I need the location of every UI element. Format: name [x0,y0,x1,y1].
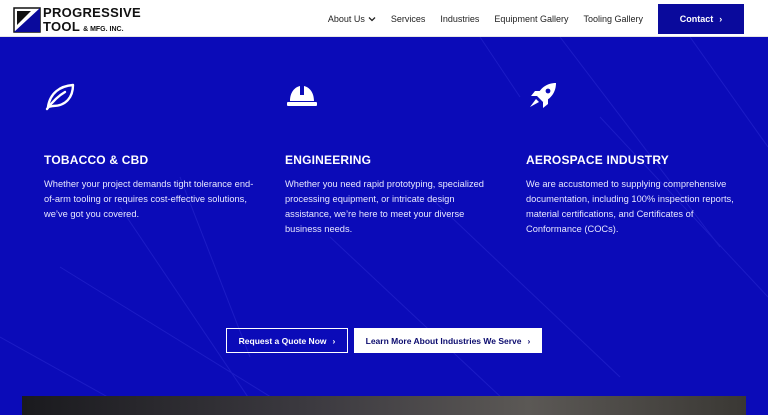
industry-card-engineering: ENGINEERING Whether you need rapid proto… [285,81,495,234]
chevron-right-icon: › [719,13,723,24]
industry-card-aerospace: AEROSPACE INDUSTRY We are accustomed to … [526,81,736,234]
nav-item-services[interactable]: Services [391,14,426,24]
cta-button-row: Request a Quote Now › Learn More About I… [226,328,542,353]
industry-title: TOBACCO & CBD [44,153,149,167]
nav-item-label: Industries [440,13,480,24]
industry-description: Whether you need rapid prototyping, spec… [285,179,484,234]
leaf-icon [45,83,75,111]
industry-description: We are accustomed to supplying comprehen… [526,179,734,234]
nav-item-label: Equipment Gallery [494,13,569,24]
logo-mark-icon [13,6,41,33]
nav-item-tooling-gallery[interactable]: Tooling Gallery [583,14,643,24]
nav-item-industries[interactable]: Industries [440,14,479,24]
request-quote-label: Request a Quote Now [238,335,327,346]
industries-section: TOBACCO & CBD Whether your project deman… [0,37,768,415]
nav-item-equipment-gallery[interactable]: Equipment Gallery [494,14,568,24]
main-nav: About Us Services Industries Equipment G… [328,0,768,37]
site-header: PROGRESSIVE TOOL & MFG. INC. About Us Se… [0,0,768,37]
hard-hat-icon [287,86,317,106]
request-quote-button[interactable]: Request a Quote Now › [226,328,348,353]
contact-button[interactable]: Contact › [658,3,744,34]
learn-more-label: Learn More About Industries We Serve [365,335,522,346]
industry-title: ENGINEERING [285,153,372,167]
company-logo[interactable]: PROGRESSIVE TOOL & MFG. INC. [13,5,141,34]
industry-card-tobacco: TOBACCO & CBD Whether your project deman… [44,81,254,219]
next-section-image-preview [22,396,746,415]
chevron-right-icon: › [527,335,531,346]
logo-line-1: PROGRESSIVE [43,5,141,20]
logo-line-2-small: & MFG. INC. [83,26,124,33]
industry-title: AEROSPACE INDUSTRY [526,153,669,167]
nav-item-label: Services [390,13,426,24]
rocket-icon [530,83,556,108]
chevron-right-icon: › [332,335,336,346]
contact-button-label: Contact [679,13,714,24]
nav-item-label: Tooling Gallery [583,13,643,24]
nav-item-label: About Us [327,13,365,24]
learn-more-industries-button[interactable]: Learn More About Industries We Serve › [354,328,542,353]
logo-line-2: TOOL [43,19,81,34]
nav-item-about-us[interactable]: About Us [328,14,376,24]
industry-description: Whether your project demands tight toler… [44,179,254,219]
chevron-down-icon [368,16,376,21]
